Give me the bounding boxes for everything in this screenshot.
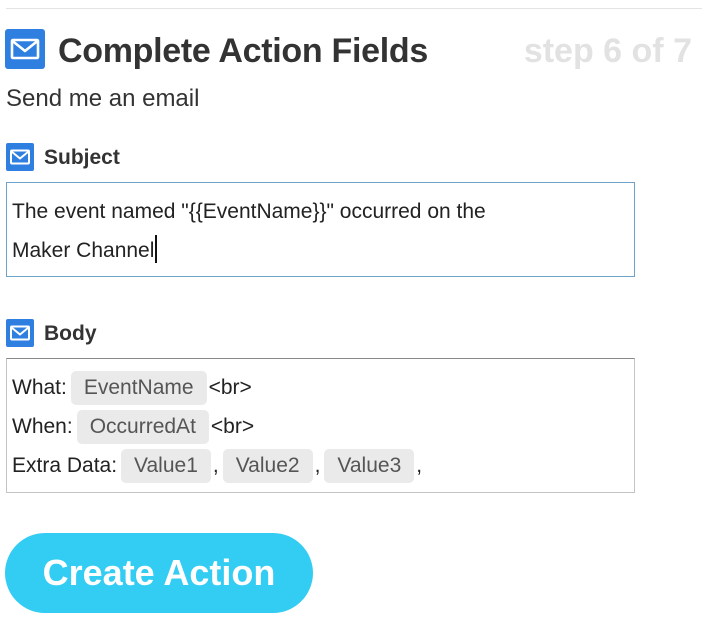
line-break-tag: <br> <box>210 415 255 438</box>
create-action-button[interactable]: Create Action <box>5 533 313 613</box>
subject-label: Subject <box>44 146 120 169</box>
body-line-label: When: <box>12 415 73 438</box>
body-line-label: Extra Data: <box>12 454 118 477</box>
step-indicator: step 6 of 7 <box>523 32 692 70</box>
ingredient-pill[interactable]: EventName <box>70 371 207 405</box>
ingredient-pill[interactable]: Value3 <box>324 449 415 483</box>
trailing-separator: , <box>416 454 423 477</box>
subject-text-line-1: The event named "{{EventName}}" occurred… <box>12 200 486 223</box>
ingredient-pill[interactable]: Value2 <box>222 449 313 483</box>
top-divider <box>6 8 702 9</box>
page-title: Complete Action Fields <box>58 32 428 70</box>
separator: , <box>212 454 219 477</box>
subject-text-line-2: Maker Channel <box>12 239 155 262</box>
body-line-extra-data: Extra Data: Value1, Value2, Value3, <box>12 446 629 485</box>
mail-icon <box>6 319 34 347</box>
body-line-when: When: OccurredAt <br> <box>12 407 629 446</box>
line-break-tag: <br> <box>208 376 252 399</box>
body-line-label: What: <box>12 376 67 399</box>
ingredient-pill[interactable]: OccurredAt <box>76 410 209 444</box>
subject-field[interactable]: The event named "{{EventName}}" occurred… <box>6 182 635 277</box>
mail-icon <box>5 29 45 69</box>
body-field[interactable]: What: EventName <br> When: OccurredAt <br> E… <box>6 358 635 493</box>
ingredient-pill[interactable]: Value1 <box>121 449 211 483</box>
body-line-what: What: EventName <br> <box>12 368 629 407</box>
mail-icon <box>6 143 34 171</box>
body-label: Body <box>44 322 97 345</box>
separator: , <box>314 454 321 477</box>
action-subtitle: Send me an email <box>6 85 200 112</box>
text-cursor <box>155 235 157 263</box>
